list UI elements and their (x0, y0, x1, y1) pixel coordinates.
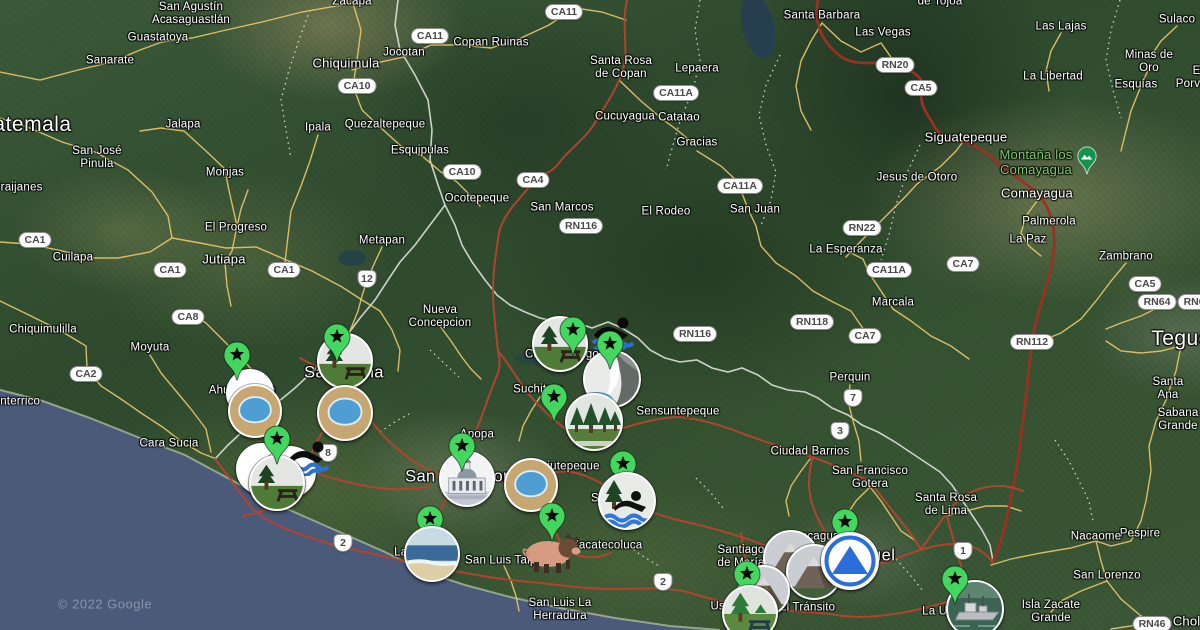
map-pin[interactable] (447, 432, 477, 479)
map-pin[interactable] (322, 323, 352, 370)
park-marker[interactable] (1076, 146, 1098, 181)
map-pin[interactable] (595, 330, 625, 377)
map-pin[interactable] (222, 341, 252, 388)
map-pin[interactable] (940, 565, 970, 612)
map-canvas[interactable]: San Agustín AcasaguastlánGuastatoyaSanar… (0, 0, 1200, 630)
peak-poi[interactable] (821, 532, 879, 590)
picnic-poi[interactable] (722, 585, 778, 630)
lake-poi[interactable] (317, 385, 373, 441)
swim-park-poi[interactable] (598, 472, 656, 530)
map-pin[interactable] (262, 425, 292, 472)
forest-poi[interactable] (565, 393, 623, 451)
map-pin[interactable] (537, 502, 567, 549)
beach-poi[interactable] (404, 526, 460, 582)
markers-layer (0, 0, 1200, 630)
map-pin[interactable] (558, 316, 588, 363)
